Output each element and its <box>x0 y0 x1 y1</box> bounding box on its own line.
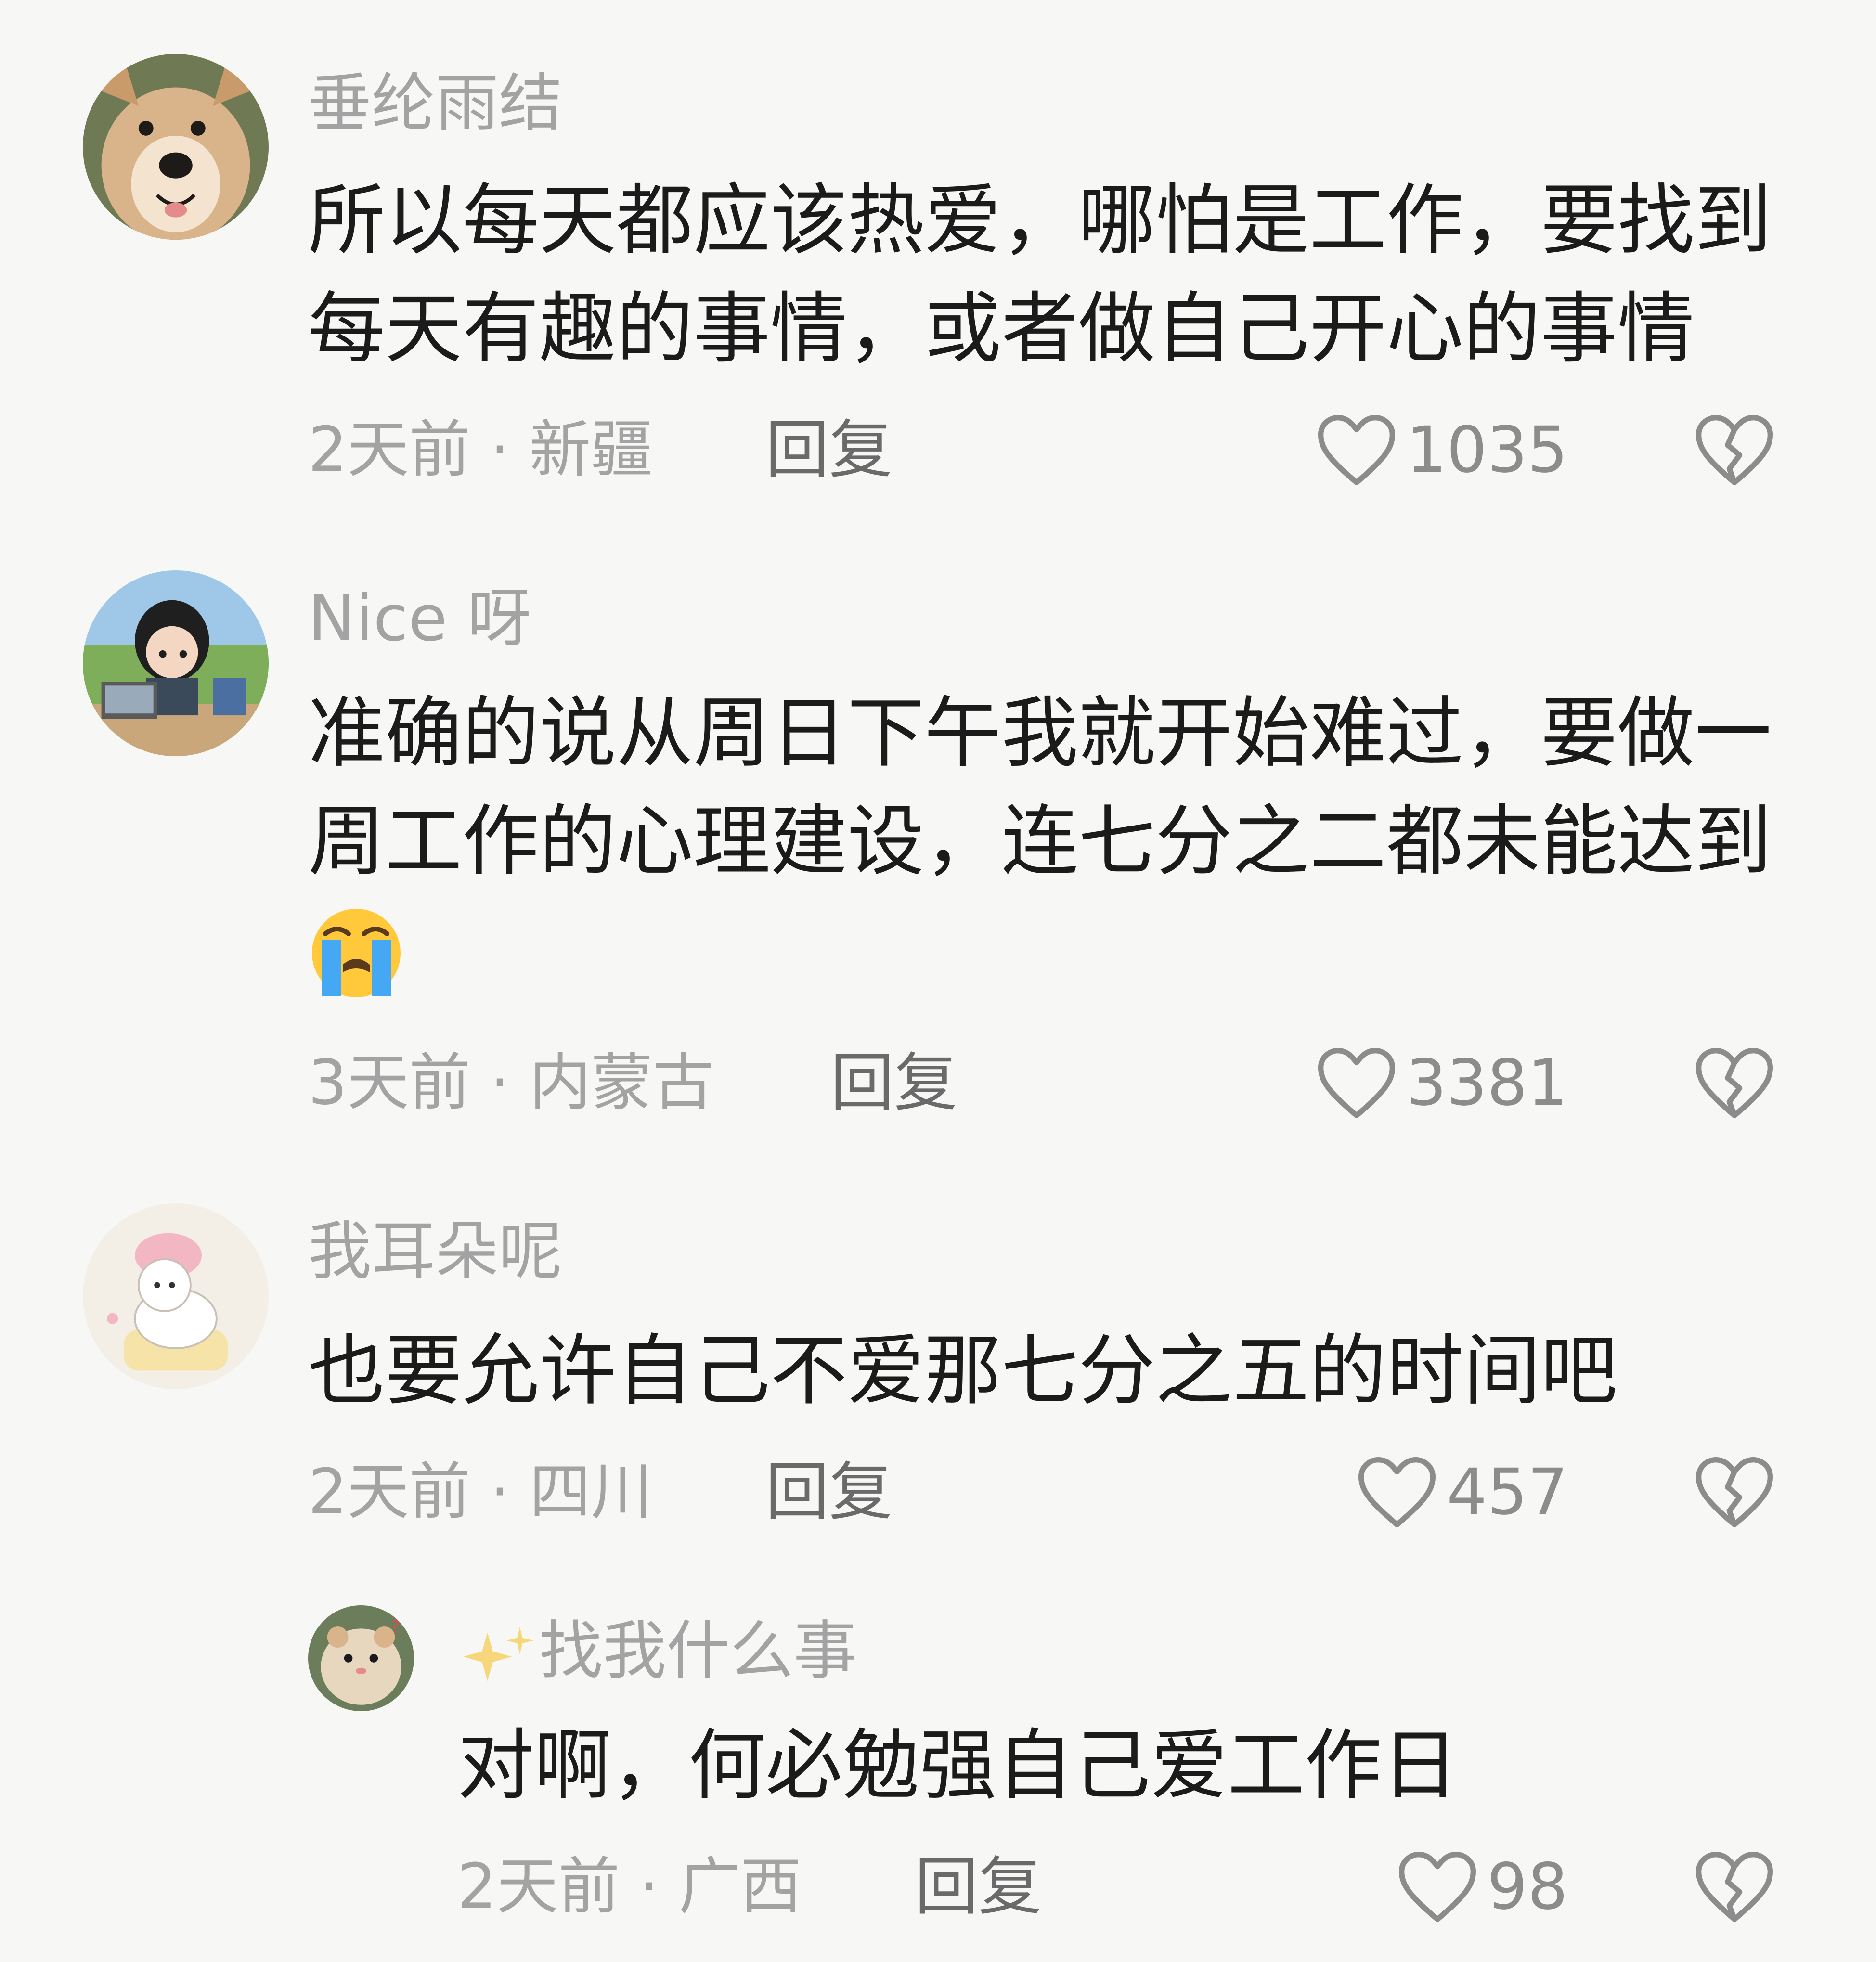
like-count: 1035 <box>1406 413 1568 487</box>
broken-heart-icon[interactable] <box>1694 1047 1775 1119</box>
comment-text-line: 对啊，何必勉强自己爱工作日 <box>457 1720 1459 1810</box>
cat-towel-avatar-icon[interactable] <box>83 1203 269 1389</box>
heart-icon <box>1398 1852 1476 1922</box>
comment-text-line: 也要允许自己不爱那七分之五的时间吧 <box>308 1326 1618 1416</box>
comment-text-line: 准确的说从周日下午我就开始难过，要做一 <box>308 688 1772 778</box>
comment-username[interactable]: 找我什么事 <box>457 1613 857 1690</box>
reply-button[interactable]: 回复 <box>765 1454 893 1531</box>
comment-username[interactable]: 我耳朵呢 <box>308 1213 562 1290</box>
comment-time-location: 3天前 · 内蒙古 <box>308 1047 714 1119</box>
reply-username-text: 找我什么事 <box>539 1614 857 1688</box>
comment-text-line: 每天有趣的事情，或者做自己开心的事情 <box>308 284 1695 374</box>
like-button[interactable]: 1035 <box>1316 412 1568 489</box>
hamster-avatar-icon[interactable]: ? <box>308 1605 414 1711</box>
like-count: 457 <box>1447 1455 1568 1529</box>
comment-time-location: 2天前 · 四川 <box>308 1456 653 1528</box>
heart-icon <box>1318 1048 1396 1118</box>
svg-text:?: ? <box>391 1617 400 1637</box>
comment-username[interactable]: Nice 呀 <box>308 580 531 657</box>
loudly-crying-face-emoji <box>312 909 401 997</box>
reply-button[interactable]: 回复 <box>765 412 893 489</box>
dog-avatar-icon[interactable] <box>83 54 269 240</box>
broken-heart-icon[interactable] <box>1694 1456 1775 1528</box>
comment-list: 垂纶雨结 所以每天都应该热爱，哪怕是工作，要找到 每天有趣的事情，或者做自己开心… <box>0 0 1876 1962</box>
comment-username[interactable]: 垂纶雨结 <box>308 65 562 142</box>
like-count: 98 <box>1487 1850 1568 1924</box>
like-button[interactable]: 3381 <box>1316 1045 1568 1122</box>
heart-icon <box>1358 1457 1436 1527</box>
like-count: 3381 <box>1406 1046 1568 1120</box>
like-button[interactable]: 98 <box>1397 1848 1568 1925</box>
sparkles-icon <box>463 1627 533 1681</box>
reply-button[interactable]: 回复 <box>830 1045 957 1122</box>
girl-laptop-avatar-icon[interactable] <box>83 570 269 756</box>
like-button[interactable]: 457 <box>1356 1454 1568 1531</box>
comment-time-location: 2天前 · 广西 <box>457 1851 802 1923</box>
comment-text-line: 所以每天都应该热爱，哪怕是工作，要找到 <box>308 175 1772 265</box>
broken-heart-icon[interactable] <box>1694 414 1775 486</box>
heart-icon <box>1318 415 1396 485</box>
broken-heart-icon[interactable] <box>1694 1851 1775 1923</box>
reply-button[interactable]: 回复 <box>915 1848 1042 1925</box>
comment-time-location: 2天前 · 新疆 <box>308 414 653 486</box>
comment-text-line: 周工作的心理建设，连七分之二都未能达到 <box>308 796 1772 886</box>
